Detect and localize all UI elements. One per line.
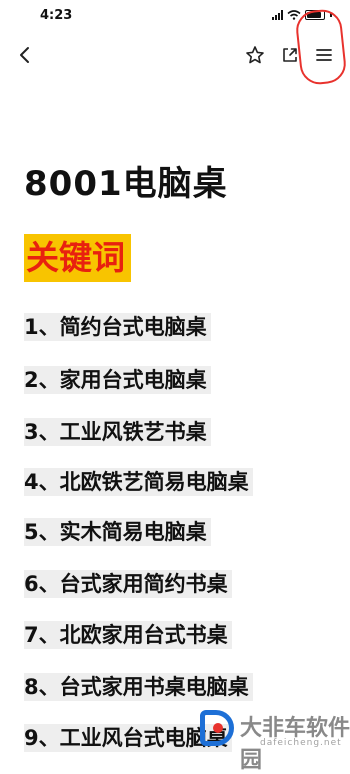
chevron-left-icon [20,47,29,63]
keyword-item: 2、家用台式电脑桌 [24,366,211,394]
star-icon [246,46,264,64]
keyword-item: 6、台式家用简约书桌 [24,570,232,598]
watermark-url: dafeicheng.net [260,738,342,748]
status-time: 4:23 [40,8,73,23]
site-watermark: 大非车软件园 dafeicheng.net [196,706,350,773]
keyword-item: 4、北欧铁艺简易电脑桌 [24,468,253,496]
watermark-logo-icon [200,710,234,746]
keyword-item: 8、台式家用书桌电脑桌 [24,673,253,701]
back-button[interactable] [10,40,40,70]
keyword-item: 5、实木简易电脑桌 [24,518,211,546]
keyword-item: 1、简约台式电脑桌 [24,313,211,341]
signal-icon [272,10,283,20]
menu-highlight-circle [294,7,348,87]
article-title: 8001电脑桌 [24,164,228,204]
keyword-heading: 关键词 [24,234,131,282]
keyword-item: 7、北欧家用台式书桌 [24,621,232,649]
favorite-button[interactable] [240,40,270,70]
keyword-item: 3、工业风铁艺书桌 [24,418,211,446]
